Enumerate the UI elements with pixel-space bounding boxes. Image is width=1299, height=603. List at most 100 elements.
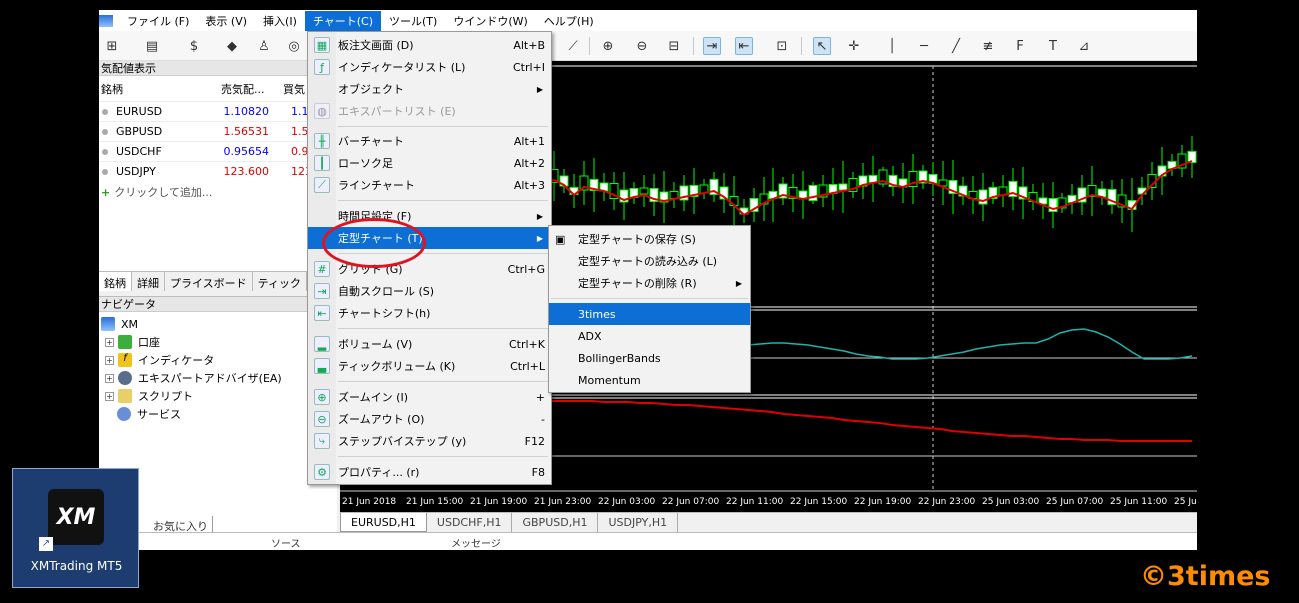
add-symbol-label: クリックして追加...	[114, 186, 213, 199]
expand-icon[interactable]: +	[105, 373, 114, 383]
nav-item-indicators[interactable]: + f インディケータ	[105, 351, 214, 369]
horizontal-line-icon[interactable]: ─	[915, 37, 933, 55]
vertical-line-icon[interactable]: │	[883, 37, 901, 55]
tab-symbols[interactable]: 銘柄	[99, 272, 132, 291]
ask-price: 0.9	[291, 145, 309, 158]
toolbar-separator	[589, 37, 590, 55]
menu-tools[interactable]: ツール(T)	[381, 11, 445, 31]
time-label: 21 Jun 15:00	[406, 497, 463, 507]
column-ask[interactable]: 買気	[283, 81, 305, 97]
tab-usdjpy-h1[interactable]: USDJPY,H1	[598, 513, 679, 532]
cursor-icon[interactable]: ↖	[813, 37, 831, 55]
menu-insert[interactable]: 挿入(I)	[255, 11, 305, 31]
shapes-icon[interactable]: ⊿	[1075, 37, 1093, 55]
submenu-item-adx[interactable]: ADX	[549, 325, 750, 347]
new-chart-icon[interactable]: ⊞	[103, 37, 121, 55]
menu-item-objects[interactable]: オブジェクト ▶	[308, 78, 551, 100]
menu-item-label: オブジェクト	[338, 83, 404, 96]
chart-shift-icon[interactable]: ⇤	[735, 37, 753, 55]
expand-icon[interactable]: +	[105, 337, 114, 347]
menu-item-volume[interactable]: ▂ ボリューム (V) Ctrl+K	[308, 333, 551, 355]
desktop-shortcut-xmtrading[interactable]: XM ↗ XMTrading MT5	[12, 468, 139, 588]
column-source[interactable]: ソース	[271, 535, 301, 550]
indicators-icon[interactable]: ⊡	[773, 37, 791, 55]
column-message[interactable]: メッセージ	[451, 535, 501, 550]
script-icon	[118, 389, 132, 403]
symbol-name: EURUSD	[116, 105, 163, 118]
tab-ticks[interactable]: ティック	[253, 272, 308, 291]
menu-item-shortcut: F8	[531, 465, 545, 479]
add-symbol-row[interactable]: + クリックして追加...	[101, 184, 212, 200]
menu-item-depth-of-market[interactable]: ▦ 板注文画面 (D) Alt+B	[308, 34, 551, 56]
submenu-item-3times[interactable]: 3times	[549, 303, 750, 325]
crosshair-icon[interactable]: ✛	[845, 37, 863, 55]
column-bid[interactable]: 売気配...	[221, 81, 265, 97]
menu-item-line-chart[interactable]: ⟋ ラインチャート Alt+3	[308, 174, 551, 196]
nav-item-scripts[interactable]: + スクリプト	[105, 387, 193, 405]
menu-chart[interactable]: チャート(C)	[304, 10, 382, 31]
candle	[1187, 151, 1197, 163]
submenu-arrow-icon: ▶	[536, 233, 543, 243]
submenu-item-label: Momentum	[578, 373, 641, 387]
status-dot-icon	[102, 149, 108, 155]
nav-item-experts[interactable]: + エキスパートアドバイザ(EA)	[105, 369, 282, 387]
list-item[interactable]: USDJPY 123.600 123	[99, 161, 337, 181]
expand-icon[interactable]: +	[105, 391, 114, 401]
menu-item-label: ラインチャート	[338, 179, 415, 192]
menu-item-zoom-out[interactable]: ⊖ ズームアウト (O) -	[308, 408, 551, 430]
data-window-icon[interactable]: ◆	[223, 37, 241, 55]
menu-item-step-by-step[interactable]: ⤷ ステップバイステップ (y) F12	[308, 430, 551, 452]
profiles-icon[interactable]: ▤	[143, 37, 161, 55]
submenu-item-momentum[interactable]: Momentum	[549, 369, 750, 391]
zoom-out-icon: ⊖	[314, 411, 330, 427]
submenu-item-bollinger-bands[interactable]: BollingerBands	[549, 347, 750, 369]
menu-item-chart-shift[interactable]: ⇤ チャートシフト(h)	[308, 302, 551, 324]
zoom-in-icon[interactable]: ⊕	[599, 37, 617, 55]
market-watch-icon[interactable]: $	[185, 37, 203, 55]
bid-price: 1.56531	[223, 125, 270, 138]
text-icon[interactable]: T	[1044, 37, 1062, 55]
nav-item-accounts[interactable]: + 口座	[105, 333, 160, 351]
auto-scroll-icon[interactable]: ⇥	[703, 37, 721, 55]
symbol-name: GBPUSD	[116, 125, 163, 138]
tab-details[interactable]: 詳細	[132, 272, 165, 291]
channel-icon[interactable]: ≢	[979, 37, 997, 55]
list-item[interactable]: EURUSD 1.10820 1.1	[99, 101, 337, 121]
menu-item-tick-volume[interactable]: ▃ ティックボリューム (K) Ctrl+L	[308, 355, 551, 377]
menu-file[interactable]: ファイル (F)	[119, 11, 197, 31]
tab-price-board[interactable]: プライスボード	[165, 272, 253, 291]
menu-item-properties[interactable]: ⚙ プロパティ... (r) F8	[308, 461, 551, 483]
shortcut-arrow-icon: ↗	[39, 537, 53, 551]
menu-item-indicator-list[interactable]: ƒ インディケータリスト (L) Ctrl+I	[308, 56, 551, 78]
zoom-out-icon[interactable]: ⊖	[633, 37, 651, 55]
line-chart-icon[interactable]: ⟋	[564, 37, 582, 55]
fibonacci-icon[interactable]: F	[1011, 37, 1029, 55]
tab-gbpusd-h1[interactable]: GBPUSD,H1	[512, 513, 599, 532]
column-symbol[interactable]: 銘柄	[101, 81, 123, 97]
submenu-item-load-template[interactable]: 定型チャートの読み込み (L)	[549, 250, 750, 272]
depth-of-market-icon: ▦	[314, 37, 330, 53]
menu-help[interactable]: ヘルプ(H)	[536, 11, 602, 31]
menu-item-candlesticks[interactable]: ┃ ローソク足 Alt+2	[308, 152, 551, 174]
list-item[interactable]: GBPUSD 1.56531 1.5	[99, 121, 337, 141]
menu-item-bar-chart[interactable]: ╫ バーチャート Alt+1	[308, 130, 551, 152]
submenu-item-label: 定型チャートの読み込み (L)	[578, 255, 718, 268]
navigator-root[interactable]: XM	[101, 315, 138, 333]
status-dot-icon	[102, 109, 108, 115]
menu-item-auto-scroll[interactable]: ⇥ 自動スクロール (S)	[308, 280, 551, 302]
tab-usdchf-h1[interactable]: USDCHF,H1	[427, 513, 513, 532]
submenu-item-delete-template[interactable]: 定型チャートの削除 (R) ▶	[549, 272, 750, 294]
menu-item-expert-list[interactable]: ◍ エキスパートリスト (E)	[308, 100, 551, 122]
menu-window[interactable]: ウインドウ(W)	[445, 11, 535, 31]
expand-icon[interactable]: +	[105, 355, 114, 365]
signal-icon[interactable]: ◎	[285, 37, 303, 55]
navigator-icon[interactable]: ♙	[255, 37, 273, 55]
submenu-item-save-template[interactable]: ▣ 定型チャートの保存 (S)	[549, 228, 750, 250]
tab-eurusd-h1[interactable]: EURUSD,H1	[340, 513, 427, 532]
list-item[interactable]: USDCHF 0.95654 0.9	[99, 141, 337, 161]
menu-item-zoom-in[interactable]: ⊕ ズームイン (I) +	[308, 386, 551, 408]
menu-view[interactable]: 表示 (V)	[197, 11, 255, 31]
tile-windows-icon[interactable]: ⊟	[665, 37, 683, 55]
nav-item-services[interactable]: サービス	[117, 405, 181, 423]
trend-line-icon[interactable]: ╱	[947, 37, 965, 55]
